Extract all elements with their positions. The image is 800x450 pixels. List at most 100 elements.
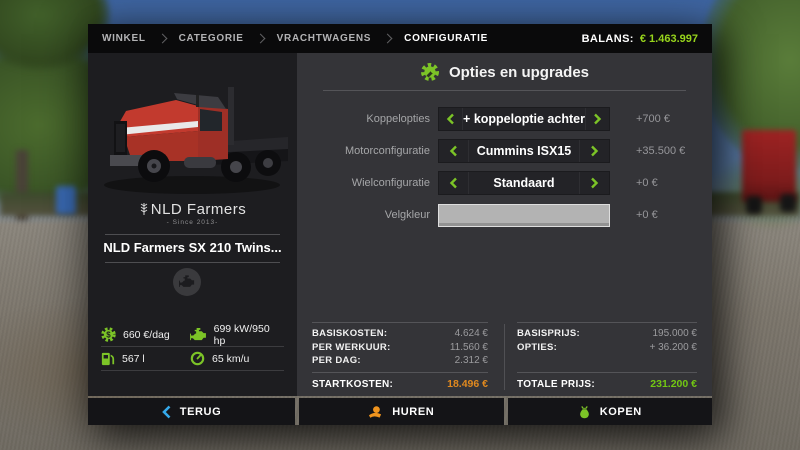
engine-config-button[interactable] <box>173 268 201 296</box>
game-screen: WINKEL CATEGORIE VRACHTWAGENS CONFIGURAT… <box>0 0 800 450</box>
rim-color-swatch[interactable] <box>438 204 610 227</box>
stat-value: 567 l <box>122 353 145 365</box>
balance-label: BALANS: <box>582 33 634 45</box>
prev-option-button[interactable] <box>439 140 469 162</box>
balance-display: BALANS: € 1.463.997 <box>582 33 698 45</box>
operating-costs-column: BASISKOSTEN:4.624 € PER WERKUUR:11.560 €… <box>312 322 488 394</box>
option-value: Cummins ISX15 <box>469 140 579 162</box>
stat-value: 65 km/u <box>212 353 249 365</box>
shop-config-dialog: WINKEL CATEGORIE VRACHTWAGENS CONFIGURAT… <box>88 24 712 425</box>
cost-summary: BASISKOSTEN:4.624 € PER WERKUUR:11.560 €… <box>297 322 712 394</box>
config-row-label: Wielconfiguratie <box>297 177 430 189</box>
back-button-label: TERUG <box>180 406 222 418</box>
background-trailer-wheel <box>746 196 762 214</box>
option-selector: + koppeloptie achter <box>438 107 610 131</box>
brand-tagline: - Since 2013- <box>88 219 297 226</box>
cost-label: BASISPRIJS: <box>517 328 580 339</box>
engine-icon <box>179 275 195 289</box>
config-rows: Koppelopties + koppeloptie achter +700 €… <box>297 107 712 235</box>
vehicle-panel: NLD Farmers - Since 2013- NLD Farmers SX… <box>88 53 297 396</box>
cost-value: 4.624 € <box>455 328 488 339</box>
config-title: Opties en upgrades <box>449 64 589 81</box>
config-row-label: Koppelopties <box>297 113 430 125</box>
brand-logo-text: NLD Farmers <box>151 201 247 218</box>
balance-value: € 1.463.997 <box>640 33 698 45</box>
chevron-left-icon <box>446 113 455 125</box>
wheat-icon <box>139 202 149 216</box>
stat-power: 699 kW/950 hp <box>190 323 284 347</box>
config-row-motorconfiguratie: Motorconfiguratie Cummins ISX15 +35.500 … <box>297 139 712 163</box>
stats-row-1: $ 660 €/dag 699 kW/950 hp <box>101 323 284 346</box>
option-selector: Standaard <box>438 171 610 195</box>
breadcrumb-winkel[interactable]: WINKEL <box>102 33 146 44</box>
chevron-right-icon <box>590 177 599 189</box>
background-trailer <box>742 130 796 202</box>
shop-top-bar: WINKEL CATEGORIE VRACHTWAGENS CONFIGURAT… <box>88 24 712 53</box>
rent-button-label: HUREN <box>392 406 434 418</box>
prev-option-button[interactable] <box>439 172 469 194</box>
cost-row: PER DAG: 2.312 € <box>312 354 488 368</box>
back-button[interactable]: TERUG <box>88 398 295 425</box>
breadcrumb-categorie[interactable]: CATEGORIE <box>179 33 244 44</box>
purchase-price-column: BASISPRIJS:195.000 € OPTIES:+ 36.200 € T… <box>517 322 697 394</box>
cost-label: PER DAG: <box>312 355 361 366</box>
cost-row: BASISKOSTEN: 4.624 € <box>312 327 488 341</box>
breadcrumb: WINKEL CATEGORIE VRACHTWAGENS CONFIGURAT… <box>102 33 488 44</box>
options-gear-wrench-icon <box>420 62 440 82</box>
rent-button[interactable]: HUREN <box>299 398 504 425</box>
stat-fuel: 567 l <box>101 351 190 366</box>
stat-speed: 65 km/u <box>190 351 249 366</box>
chevron-left-icon <box>449 177 458 189</box>
config-row-velgkleur: Velgkleur +0 € <box>297 203 712 227</box>
background-trailer-wheel-2 <box>780 194 796 212</box>
divider <box>517 322 697 323</box>
stat-value: 660 €/dag <box>123 329 170 341</box>
config-row-label: Velgkleur <box>297 209 430 221</box>
chevron-right-icon <box>383 34 393 44</box>
action-button-bar: TERUG HUREN KOPEN <box>88 398 712 425</box>
cost-value: + 36.200 € <box>649 342 697 353</box>
start-cost-value: 18.496 € <box>447 378 488 390</box>
cost-label: BASISKOSTEN: <box>312 328 387 339</box>
stat-value: 699 kW/950 hp <box>214 323 284 347</box>
background-blue-object <box>56 186 76 214</box>
breadcrumb-configuratie: CONFIGURATIE <box>404 33 488 44</box>
config-panel: Opties en upgrades Koppelopties + koppel… <box>297 53 712 396</box>
buy-button-label: KOPEN <box>600 406 642 418</box>
vehicle-preview-image <box>92 69 292 199</box>
vehicle-stats: $ 660 €/dag 699 kW/950 hp <box>101 323 284 371</box>
chevron-left-icon <box>449 145 458 157</box>
chevron-left-icon <box>162 405 171 419</box>
chevron-right-icon <box>593 113 602 125</box>
cost-label: PER WERKUUR: <box>312 342 391 353</box>
background-tree-right <box>700 0 800 170</box>
prev-option-button[interactable] <box>439 108 463 130</box>
cost-label: OPTIES: <box>517 342 557 353</box>
cost-value: 2.312 € <box>455 355 488 366</box>
stats-row-2: 567 l 65 km/u <box>101 347 284 370</box>
stat-maintenance: $ 660 €/dag <box>101 327 190 342</box>
chevron-right-icon <box>590 145 599 157</box>
next-option-button[interactable] <box>579 172 609 194</box>
breadcrumb-vrachtwagens[interactable]: VRACHTWAGENS <box>277 33 372 44</box>
option-price: +35.500 € <box>636 145 685 157</box>
maintenance-cost-icon: $ <box>101 327 116 342</box>
engine-power-icon <box>190 328 207 342</box>
divider <box>312 372 488 373</box>
max-speed-icon <box>190 351 205 366</box>
dialog-body: NLD Farmers - Since 2013- NLD Farmers SX… <box>88 53 712 396</box>
divider <box>517 372 697 373</box>
money-bag-icon <box>578 405 591 419</box>
cost-label: STARTKOSTEN: <box>312 379 393 390</box>
next-option-button[interactable] <box>585 108 609 130</box>
divider <box>504 324 505 390</box>
cost-label: TOTALE PRIJS: <box>517 379 595 390</box>
background-bush-right <box>712 150 800 230</box>
svg-text:$: $ <box>106 330 111 339</box>
next-option-button[interactable] <box>579 140 609 162</box>
option-selector: Cummins ISX15 <box>438 139 610 163</box>
config-header: Opties en upgrades <box>297 62 712 82</box>
chevron-right-icon <box>255 34 265 44</box>
buy-button[interactable]: KOPEN <box>508 398 713 425</box>
divider <box>323 90 686 91</box>
